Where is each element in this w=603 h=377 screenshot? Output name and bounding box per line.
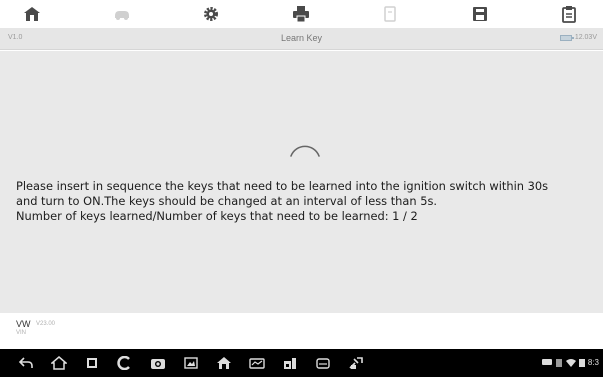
settings-icon[interactable] bbox=[199, 2, 223, 26]
data-logging-icon[interactable] bbox=[557, 2, 581, 26]
vehicle-make: VW bbox=[16, 319, 31, 329]
vehicle-menu-icon[interactable] bbox=[212, 353, 236, 373]
vehicle-version: V23.00 bbox=[36, 321, 56, 327]
vin-label: VIN bbox=[16, 330, 27, 336]
home-icon[interactable] bbox=[20, 2, 44, 26]
chrome-icon[interactable] bbox=[113, 353, 137, 373]
system-navigation-bar: 8:3 bbox=[0, 349, 603, 377]
vehicle-icon[interactable] bbox=[110, 2, 134, 26]
home-icon[interactable] bbox=[47, 353, 71, 373]
vehicle-info-footer: VW V23.00 VIN bbox=[0, 313, 603, 349]
camera-icon[interactable] bbox=[146, 353, 170, 373]
save-icon[interactable] bbox=[468, 2, 492, 26]
wifi-icon bbox=[565, 358, 576, 367]
recent-apps-icon[interactable] bbox=[80, 353, 104, 373]
instruction-line: Number of keys learned/Number of keys th… bbox=[16, 209, 418, 223]
back-icon[interactable] bbox=[14, 353, 38, 373]
main-content: Please insert in sequence the keys that … bbox=[0, 51, 603, 313]
instruction-message: Please insert in sequence the keys that … bbox=[16, 179, 602, 224]
clock: 8:3 bbox=[587, 358, 599, 367]
status-area: 8:3 bbox=[541, 358, 599, 367]
page-title: Learn Key bbox=[280, 33, 323, 43]
tools-icon[interactable] bbox=[344, 353, 368, 373]
battery-icon bbox=[559, 34, 574, 41]
battery-voltage: 12.03V bbox=[574, 34, 597, 41]
loading-spinner-icon bbox=[290, 145, 320, 157]
message-icon bbox=[541, 358, 552, 365]
shop-icon[interactable] bbox=[278, 353, 302, 373]
car-icon[interactable] bbox=[311, 353, 335, 373]
screenshot-icon[interactable] bbox=[179, 353, 203, 373]
vci-icon[interactable] bbox=[245, 353, 269, 373]
battery-indicator: 12.03V bbox=[559, 34, 597, 41]
help-icon[interactable] bbox=[378, 2, 402, 26]
battery-icon bbox=[578, 359, 585, 367]
instruction-line: Please insert in sequence the keys that … bbox=[16, 179, 549, 193]
print-icon[interactable] bbox=[289, 2, 313, 26]
instruction-line: and turn to ON.The keys should be change… bbox=[16, 194, 438, 208]
sd-card-icon bbox=[555, 358, 562, 367]
top-toolbar bbox=[0, 0, 603, 28]
title-bar: V1.0 Learn Key 12.03V bbox=[0, 28, 603, 50]
